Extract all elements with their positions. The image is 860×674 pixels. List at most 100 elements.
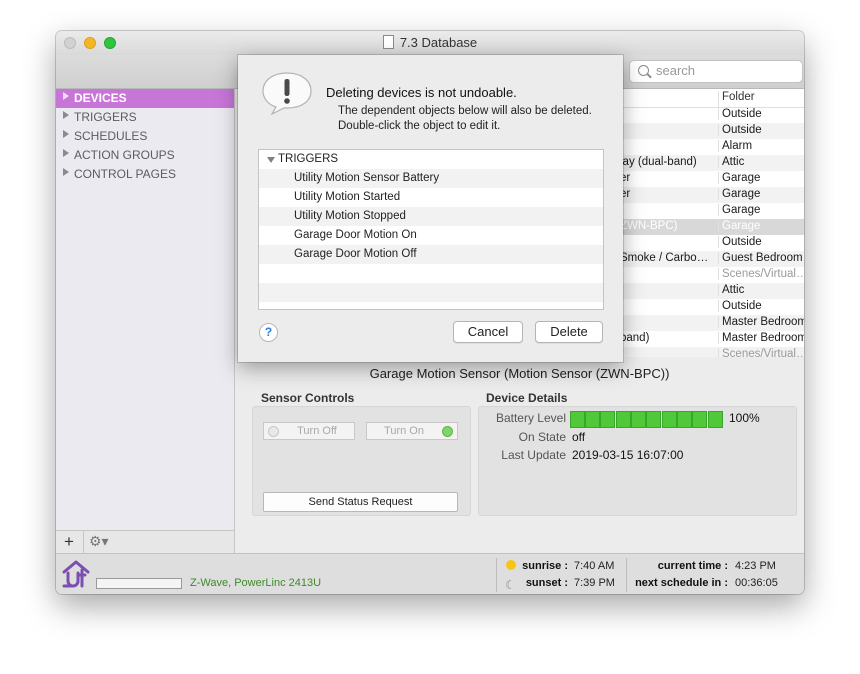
sunrise-label: sunrise : xyxy=(522,560,568,572)
sidebar-item-action-groups[interactable]: ACTION GROUPS xyxy=(56,146,234,165)
cancel-button[interactable]: Cancel xyxy=(453,321,523,343)
gear-icon[interactable]: ⚙▾ xyxy=(89,533,109,550)
interface-status: Z-Wave, PowerLinc 2413U xyxy=(190,577,322,589)
divider xyxy=(496,558,497,592)
turn-on-label: Turn On xyxy=(384,425,424,437)
sidebar-item-label: SCHEDULES xyxy=(74,129,148,143)
title-bar: 7.3 Database xyxy=(56,31,804,55)
add-button[interactable]: + xyxy=(64,532,74,552)
sidebar-footer: + ⚙▾ xyxy=(56,530,235,555)
sidebar-item-schedules[interactable]: SCHEDULES xyxy=(56,127,234,146)
row-folder: Outside xyxy=(718,124,804,136)
list-item[interactable]: Garage Door Motion Off xyxy=(259,245,603,264)
battery-level-label: Battery Level xyxy=(495,411,566,425)
sunset-value: 7:39 PM xyxy=(574,577,615,589)
group-label: TRIGGERS xyxy=(278,153,339,165)
turn-off-label: Turn Off xyxy=(297,425,337,437)
dependent-objects-list: TRIGGERS Utility Motion Sensor Battery U… xyxy=(258,149,604,310)
disclosure-triangle-icon[interactable] xyxy=(267,157,275,163)
disclosure-arrow-icon[interactable] xyxy=(63,130,69,138)
list-item[interactable]: Utility Motion Stopped xyxy=(259,207,603,226)
row-folder: Outside xyxy=(718,236,804,248)
list-item[interactable]: Utility Motion Started xyxy=(259,188,603,207)
sensor-controls-heading: Sensor Controls xyxy=(261,391,355,405)
sunset-label: sunset : xyxy=(525,577,568,589)
dialog-message-line: The dependent objects below will also be… xyxy=(338,105,592,117)
sidebar: DEVICES TRIGGERS SCHEDULES ACTION GROUPS… xyxy=(56,89,235,552)
search-icon xyxy=(638,65,649,76)
sidebar-item-devices[interactable]: DEVICES xyxy=(56,89,234,108)
row-folder: Attic xyxy=(718,284,804,296)
row-name: Smoke / Carbo… xyxy=(620,252,709,264)
row-folder: Scenes/Virtual… xyxy=(718,268,804,280)
sunrise-value: 7:40 AM xyxy=(574,560,615,572)
device-details-panel: Battery Level 100% On State off Last Upd… xyxy=(478,406,797,516)
help-button[interactable]: ? xyxy=(259,323,278,342)
row-name: lay (dual-band) xyxy=(620,156,697,168)
row-name: ZWN-BPC) xyxy=(620,220,678,232)
sidebar-item-label: ACTION GROUPS xyxy=(74,148,175,162)
dialog-message-line: Double-click the object to edit it. xyxy=(338,120,501,132)
sidebar-item-triggers[interactable]: TRIGGERS xyxy=(56,108,234,127)
current-time-value: 4:23 PM xyxy=(735,560,776,572)
search-placeholder: search xyxy=(656,63,696,78)
on-state-value: off xyxy=(572,430,586,444)
turn-on-button[interactable]: Turn On xyxy=(366,422,458,440)
list-item-label: Garage Door Motion Off xyxy=(294,248,417,260)
window-title: 7.3 Database xyxy=(56,35,804,50)
delete-confirmation-dialog: Deleting devices is not undoable. The de… xyxy=(238,55,623,362)
send-status-request-button[interactable]: Send Status Request xyxy=(263,492,458,512)
battery-level-value: 100% xyxy=(729,411,760,425)
row-folder: Outside xyxy=(718,300,804,312)
row-folder: Outside xyxy=(718,108,804,120)
sidebar-item-label: DEVICES xyxy=(74,91,127,105)
disclosure-arrow-icon[interactable] xyxy=(63,168,69,176)
list-item[interactable]: Utility Motion Sensor Battery xyxy=(259,169,603,188)
divider xyxy=(83,531,84,555)
row-folder: Guest Bedroom xyxy=(718,252,804,264)
list-item[interactable]: Garage Door Motion On xyxy=(259,226,603,245)
sidebar-item-label: CONTROL PAGES xyxy=(74,167,177,181)
sensor-controls-panel: Turn Off Turn On Send Status Request xyxy=(252,406,471,516)
row-name: band) xyxy=(620,332,650,344)
list-item-label: Utility Motion Started xyxy=(294,191,401,203)
row-folder: Alarm xyxy=(718,140,804,152)
sidebar-item-control-pages[interactable]: CONTROL PAGES xyxy=(56,165,234,184)
row-folder: Master Bedroom xyxy=(718,332,804,344)
device-details-heading: Device Details xyxy=(486,391,568,405)
list-item-label: Utility Motion Stopped xyxy=(294,210,406,222)
alert-icon xyxy=(262,72,312,115)
row-folder: Attic xyxy=(718,156,804,168)
list-item-label: Utility Motion Sensor Battery xyxy=(294,172,440,184)
last-update-value: 2019-03-15 16:07:00 xyxy=(572,448,684,462)
row-folder: Scenes/Virtual… xyxy=(718,348,804,357)
progress-bar xyxy=(96,578,182,589)
row-folder: Master Bedroom xyxy=(718,316,804,328)
dialog-heading: Deleting devices is not undoable. xyxy=(326,85,517,100)
list-row-empty xyxy=(259,264,603,283)
delete-button[interactable]: Delete xyxy=(535,321,603,343)
list-group-triggers[interactable]: TRIGGERS xyxy=(259,150,603,169)
row-folder: Garage xyxy=(718,204,804,216)
row-folder: Garage xyxy=(718,220,804,232)
row-folder: Garage xyxy=(718,172,804,184)
sidebar-item-label: TRIGGERS xyxy=(74,110,137,124)
off-indicator-icon xyxy=(268,426,279,437)
search-field[interactable]: search xyxy=(629,60,803,83)
disclosure-arrow-icon[interactable] xyxy=(63,92,69,100)
status-bar: Z-Wave, PowerLinc 2413U ☾ sunrise : 7:40… xyxy=(56,553,804,594)
last-update-label: Last Update xyxy=(501,448,566,462)
on-indicator-icon xyxy=(442,426,453,437)
disclosure-arrow-icon[interactable] xyxy=(63,111,69,119)
current-time-label: current time : xyxy=(657,560,728,572)
next-schedule-value: 00:36:05 xyxy=(735,577,778,589)
folder-column-header[interactable]: Folder xyxy=(718,91,755,107)
next-schedule-label: next schedule in : xyxy=(635,577,728,589)
list-row-empty xyxy=(259,283,603,302)
device-title: Garage Motion Sensor (Motion Sensor (ZWN… xyxy=(369,366,670,381)
disclosure-arrow-icon[interactable] xyxy=(63,149,69,157)
turn-off-button[interactable]: Turn Off xyxy=(263,422,355,440)
list-item-label: Garage Door Motion On xyxy=(294,229,417,241)
app-logo-icon xyxy=(62,560,90,588)
window-title-text: 7.3 Database xyxy=(399,35,478,50)
